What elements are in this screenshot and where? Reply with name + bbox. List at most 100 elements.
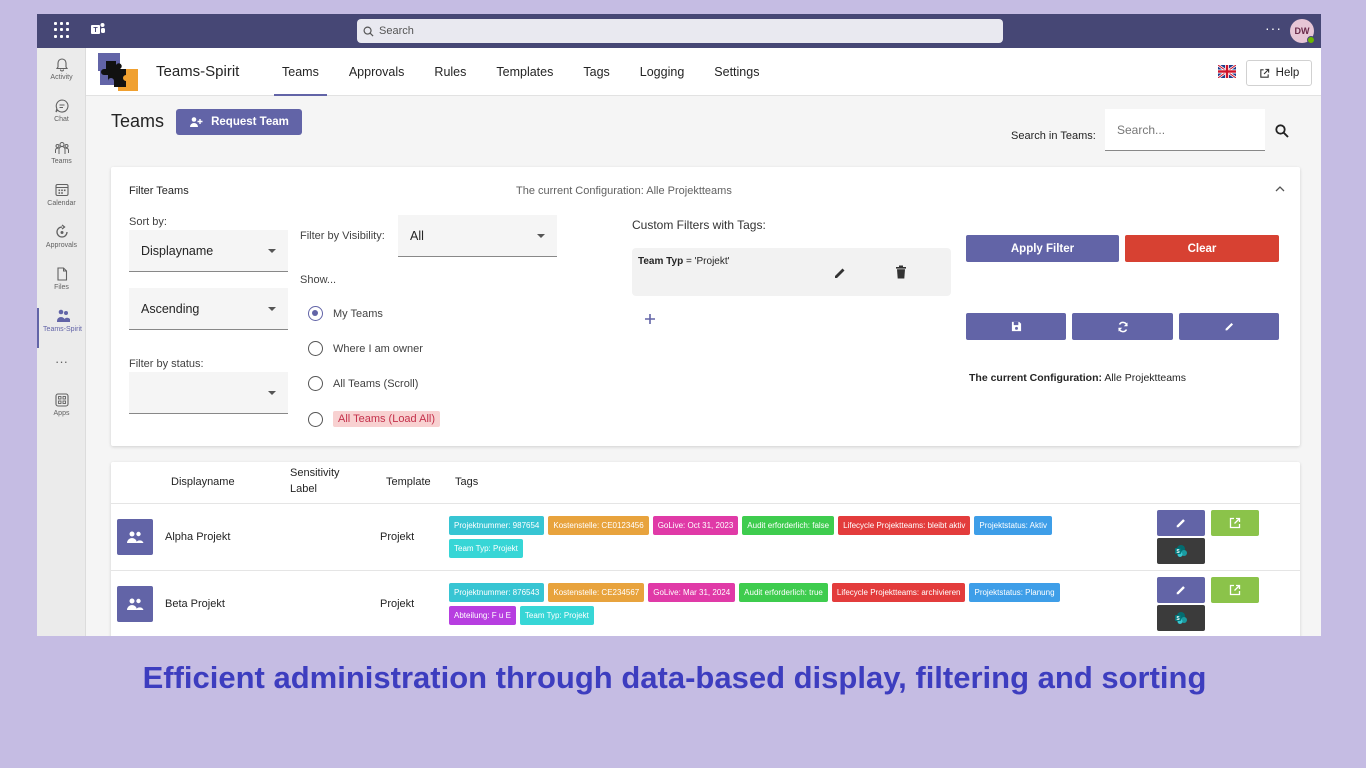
teams-window: T Search ··· DW Activity Chat Teams Cale… — [37, 14, 1321, 636]
rail-item-files[interactable]: Files — [37, 266, 86, 306]
visibility-value: All — [410, 228, 424, 243]
team-avatar[interactable] — [117, 519, 153, 555]
sharepoint-icon: S — [1175, 545, 1187, 557]
add-filter-icon[interactable] — [644, 313, 656, 325]
radio-unchecked-icon — [308, 341, 323, 356]
team-people-icon — [127, 531, 144, 543]
tag-chip: Projektnummer: 987654 — [449, 516, 545, 535]
tab-rules[interactable]: Rules — [422, 48, 478, 96]
radio-label: All Teams (Load All) — [333, 411, 441, 427]
tag-chip: Lifecycle Projektteams: archivieren — [831, 583, 966, 602]
edit-config-button[interactable] — [1179, 313, 1279, 340]
rail-label: Activity — [50, 74, 73, 81]
tab-settings[interactable]: Settings — [702, 48, 771, 96]
global-search-bar[interactable]: Search — [357, 19, 1003, 43]
teams-table: Displayname Sensitivity Label Template T… — [111, 462, 1300, 636]
radio-owner[interactable]: Where I am owner — [308, 341, 423, 356]
teams-top-bar: T Search ··· DW — [37, 14, 1321, 48]
help-button[interactable]: Help — [1246, 60, 1312, 86]
open-team-button[interactable] — [1211, 577, 1259, 603]
apps-icon — [54, 393, 69, 407]
tag-chip: GoLive: Oct 31, 2023 — [652, 516, 739, 535]
rail-item-teams-spirit[interactable]: Teams-Spirit — [37, 308, 86, 348]
tab-logging[interactable]: Logging — [628, 48, 697, 96]
tab-templates[interactable]: Templates — [484, 48, 565, 96]
app-header: Teams-Spirit Teams Approvals Rules Templ… — [86, 48, 1321, 96]
radio-my-teams[interactable]: My Teams — [308, 306, 383, 321]
tag-chip: Team Typ: Projekt — [519, 606, 594, 625]
teams-icon — [54, 142, 69, 154]
rail-item-apps[interactable]: Apps — [37, 392, 86, 432]
more-icon: ··· — [55, 354, 68, 369]
chevron-up-icon[interactable] — [1275, 185, 1285, 193]
col-header-template[interactable]: Template — [386, 474, 431, 490]
more-options-icon[interactable]: ··· — [1265, 20, 1282, 36]
col-header-displayname[interactable]: Displayname — [171, 474, 235, 490]
tag-chip: Team Typ: Projekt — [449, 539, 523, 558]
delete-filter-icon[interactable] — [895, 265, 907, 279]
sort-field-select[interactable]: Displayname — [129, 230, 288, 272]
teams-spirit-icon — [56, 309, 70, 322]
caret-down-icon — [268, 306, 276, 311]
edit-filter-icon[interactable] — [833, 266, 847, 280]
teams-spirit-logo — [98, 53, 138, 91]
tab-teams[interactable]: Teams — [270, 48, 331, 96]
visibility-select[interactable]: All — [398, 215, 557, 257]
rail-item-chat[interactable]: Chat — [37, 98, 86, 138]
radio-label: Where I am owner — [333, 342, 423, 355]
file-icon — [56, 267, 67, 281]
tab-tags[interactable]: Tags — [571, 48, 621, 96]
request-team-button[interactable]: Request Team — [176, 109, 302, 135]
rail-item-approvals[interactable]: Approvals — [37, 224, 86, 264]
svg-text:T: T — [93, 27, 98, 34]
search-teams-input[interactable]: Search... — [1105, 109, 1265, 151]
search-icon[interactable] — [1274, 123, 1290, 139]
apply-filter-button[interactable]: Apply Filter — [966, 235, 1119, 262]
custom-filters-label: Custom Filters with Tags: — [632, 218, 766, 232]
team-name[interactable]: Beta Projekt — [165, 598, 225, 610]
radio-all-load[interactable]: All Teams (Load All) — [308, 411, 441, 427]
open-external-icon — [1229, 517, 1241, 529]
save-icon — [1011, 321, 1021, 332]
tab-approvals[interactable]: Approvals — [337, 48, 417, 96]
col-header-sensitivity-line1: Sensitivity — [290, 467, 340, 479]
edit-team-button[interactable] — [1157, 577, 1205, 603]
status-select[interactable] — [129, 372, 288, 414]
rail-item-more[interactable]: ··· — [37, 354, 86, 394]
custom-filter-operator: = 'Projekt' — [685, 256, 730, 267]
visibility-label: Filter by Visibility: — [300, 230, 385, 242]
rail-label: Apps — [53, 410, 70, 417]
app-launcher-icon[interactable] — [54, 22, 70, 38]
team-tags: Projektnummer: 987654 Kostenstelle: CE012… — [449, 516, 1129, 558]
col-header-tags[interactable]: Tags — [455, 474, 478, 490]
sort-by-label: Sort by: — [129, 216, 167, 228]
save-config-button[interactable] — [966, 313, 1066, 340]
sort-order-select[interactable]: Ascending — [129, 288, 288, 330]
rail-item-activity[interactable]: Activity — [37, 56, 86, 96]
sharepoint-button[interactable]: S — [1157, 538, 1205, 564]
tag-chip: Projektstatus: Planung — [969, 583, 1060, 602]
presence-status-icon — [1307, 36, 1315, 44]
radio-unchecked-icon — [308, 411, 323, 427]
custom-filter-text: Team Typ = 'Projekt' — [638, 256, 730, 267]
edit-team-button[interactable] — [1157, 510, 1205, 536]
team-template: Projekt — [380, 598, 415, 610]
user-avatar[interactable]: DW — [1290, 19, 1315, 44]
sharepoint-button[interactable]: S — [1157, 605, 1205, 631]
team-avatar[interactable] — [117, 586, 153, 622]
uk-flag-icon[interactable] — [1218, 65, 1236, 78]
team-name[interactable]: Alpha Projekt — [165, 531, 230, 543]
col-header-sensitivity[interactable]: Sensitivity Label — [290, 465, 340, 497]
rail-item-calendar[interactable]: Calendar — [37, 182, 86, 222]
rail-item-teams[interactable]: Teams — [37, 140, 86, 180]
app-rail: Activity Chat Teams Calendar Approvals F… — [37, 48, 86, 636]
tag-chip: Lifecycle Projektteams: bleibt aktiv — [838, 516, 971, 535]
open-team-button[interactable] — [1211, 510, 1259, 536]
filter-title: Filter Teams — [129, 185, 189, 197]
clear-filter-button[interactable]: Clear — [1125, 235, 1279, 262]
radio-checked-icon — [308, 306, 323, 321]
sharepoint-icon: S — [1175, 612, 1187, 624]
radio-all-scroll[interactable]: All Teams (Scroll) — [308, 376, 418, 391]
tag-chip: Audit erforderlich: false — [742, 516, 835, 535]
reload-config-button[interactable] — [1072, 313, 1173, 340]
